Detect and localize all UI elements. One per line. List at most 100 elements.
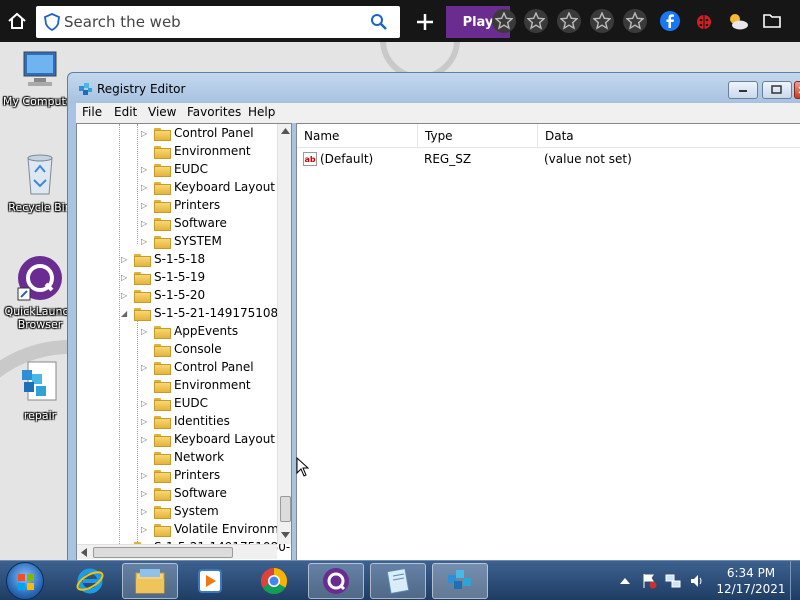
expand-arrow-icon[interactable]: ▷	[141, 507, 151, 516]
tree-node[interactable]: Environment	[141, 142, 251, 160]
search-icon[interactable]	[370, 13, 388, 31]
search-input[interactable]	[64, 6, 364, 38]
value-type: REG_SZ	[424, 152, 472, 166]
search-box[interactable]	[36, 6, 400, 38]
menu-edit[interactable]: Edit	[114, 105, 137, 119]
column-header-type[interactable]: Type	[418, 124, 538, 148]
tree-node[interactable]: ▷ Printers	[141, 466, 220, 484]
expand-arrow-icon[interactable]: ▷	[141, 471, 151, 480]
folder-icon	[154, 505, 171, 519]
tree-vertical-scrollbar[interactable]	[277, 124, 291, 544]
taskbar-file-explorer[interactable]	[122, 563, 178, 599]
show-hidden-icons-button[interactable]	[616, 572, 634, 590]
expand-arrow-icon[interactable]: ▷	[121, 291, 131, 300]
expand-arrow-icon[interactable]: ▷	[141, 435, 151, 444]
home-button[interactable]	[4, 8, 30, 34]
expand-arrow-icon[interactable]: ▷	[141, 219, 151, 228]
collapse-arrow-icon[interactable]: ◢	[121, 309, 131, 318]
scroll-left-icon[interactable]	[81, 548, 87, 557]
tree-scroll-thumb[interactable]	[280, 496, 291, 522]
tree-node[interactable]: ▷ Software	[141, 484, 227, 502]
tree-node[interactable]: ▷ Identities	[141, 412, 230, 430]
tree-node[interactable]: ◢ S-1-5-21-1491751080-	[121, 304, 290, 322]
scroll-down-icon[interactable]	[281, 532, 290, 538]
expand-arrow-icon[interactable]: ▷	[141, 183, 151, 192]
taskbar-internet-explorer[interactable]	[62, 563, 118, 599]
scroll-up-icon[interactable]	[281, 128, 290, 134]
tree-horizontal-scrollbar[interactable]	[77, 544, 277, 559]
expand-arrow-icon[interactable]: ▷	[121, 255, 131, 264]
tree-node[interactable]: ▷ SYSTEM	[141, 232, 222, 250]
values-list: Name Type Data ab (Default) REG_SZ (valu…	[296, 123, 800, 563]
tree-guide-line	[137, 314, 138, 544]
maximize-button[interactable]	[762, 81, 792, 99]
tree-node[interactable]: Environment	[141, 376, 251, 394]
minimize-button[interactable]	[728, 81, 758, 99]
tree-node[interactable]: ▷ Software	[141, 214, 227, 232]
tree-node[interactable]: ▷ Control Panel	[141, 124, 254, 142]
favorite-star-button[interactable]	[492, 9, 516, 33]
title-bar[interactable]: Registry Editor	[68, 73, 800, 103]
expand-arrow-icon[interactable]: ▷	[141, 417, 151, 426]
star-icon	[593, 12, 611, 30]
weather-icon	[730, 14, 748, 30]
tree-node[interactable]: ▷ EUDC	[141, 394, 208, 412]
tree-node[interactable]: ▷ S-1-5-18	[121, 250, 205, 268]
expand-arrow-icon[interactable]: ▷	[121, 273, 131, 282]
taskbar-chrome[interactable]	[246, 563, 302, 599]
taskbar-notepad[interactable]	[370, 563, 426, 599]
tree-node[interactable]: ▷ EUDC	[141, 160, 208, 178]
expand-arrow-icon[interactable]: ▷	[141, 525, 151, 534]
clock-time: 6:34 PM	[726, 566, 776, 580]
tree-node[interactable]: ▷ Keyboard Layout	[141, 430, 275, 448]
folder-button[interactable]	[760, 9, 784, 33]
menu-file[interactable]: File	[82, 105, 102, 119]
folder-icon	[154, 127, 171, 141]
show-desktop-button[interactable]	[790, 561, 800, 600]
tree-node[interactable]: ▷ AppEvents	[141, 322, 238, 340]
tree-node[interactable]: Network	[141, 448, 224, 466]
expand-arrow-icon[interactable]: ▷	[141, 327, 151, 336]
volume-button[interactable]	[688, 572, 706, 590]
new-tab-button[interactable]	[410, 7, 440, 37]
tree-node[interactable]: ▷ Control Panel	[141, 358, 254, 376]
system-tray	[616, 561, 712, 600]
taskbar-quicklaunch[interactable]	[308, 563, 364, 599]
menu-view[interactable]: View	[148, 105, 176, 119]
tree-node[interactable]: Console	[141, 340, 222, 358]
list-row[interactable]: ab (Default) REG_SZ (value not set)	[297, 149, 800, 169]
favorite-star-button[interactable]	[623, 9, 647, 33]
expand-arrow-icon[interactable]: ▷	[141, 201, 151, 210]
clock[interactable]: 6:34 PM 12/17/2021	[716, 565, 786, 597]
network-button[interactable]	[664, 572, 682, 590]
tree-node[interactable]: ▷ Volatile Environme	[141, 520, 286, 538]
tree-node[interactable]: ▷ Keyboard Layout	[141, 178, 275, 196]
weather-button[interactable]	[726, 9, 750, 33]
menu-help[interactable]: Help	[248, 105, 275, 119]
tree-node[interactable]: ▷ S-1-5-19	[121, 268, 205, 286]
expand-arrow-icon[interactable]: ▷	[141, 165, 151, 174]
taskbar-registry-editor[interactable]	[432, 563, 488, 599]
tree-node[interactable]: ▷ System	[141, 502, 219, 520]
column-header-data[interactable]: Data	[538, 124, 800, 148]
favorite-star-button[interactable]	[524, 9, 548, 33]
favorite-star-button[interactable]	[557, 9, 581, 33]
taskbar-media-player[interactable]	[182, 563, 238, 599]
ladybug-icon	[697, 15, 711, 29]
expand-arrow-icon[interactable]: ▷	[141, 489, 151, 498]
facebook-button[interactable]	[658, 9, 682, 33]
close-button[interactable]	[794, 81, 800, 99]
column-header-name[interactable]: Name	[297, 124, 418, 148]
action-center-button[interactable]	[640, 572, 658, 590]
start-button[interactable]	[6, 562, 44, 600]
tree-hscroll-thumb[interactable]	[93, 547, 233, 558]
expand-arrow-icon[interactable]: ▷	[141, 129, 151, 138]
menu-favorites[interactable]: Favorites	[187, 105, 241, 119]
ladybug-button[interactable]	[692, 9, 716, 33]
expand-arrow-icon[interactable]: ▷	[141, 399, 151, 408]
tree-node[interactable]: ▷ Printers	[141, 196, 220, 214]
tree-node[interactable]: ▷ S-1-5-20	[121, 286, 205, 304]
expand-arrow-icon[interactable]: ▷	[141, 363, 151, 372]
favorite-star-button[interactable]	[590, 9, 614, 33]
expand-arrow-icon[interactable]: ▷	[141, 237, 151, 246]
